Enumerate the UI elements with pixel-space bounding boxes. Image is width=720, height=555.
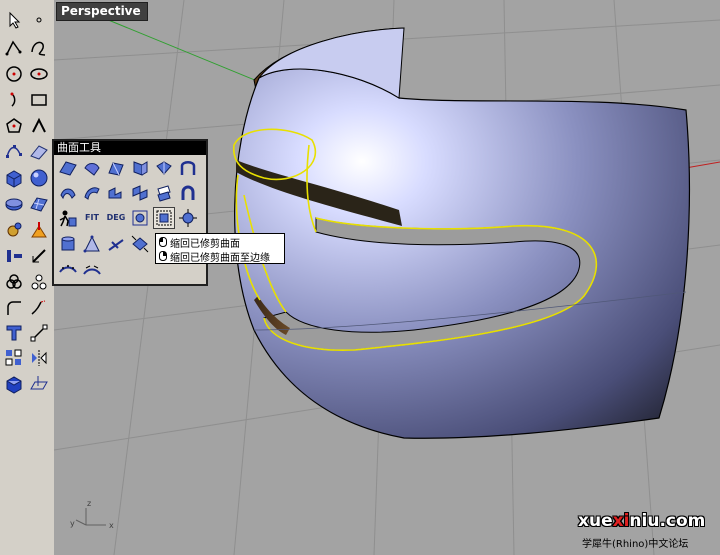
fillet-surface-icon[interactable] — [105, 233, 127, 255]
mirror-icon[interactable] — [28, 347, 50, 369]
render-icon[interactable] — [3, 373, 25, 395]
watermark-logo: xuexiniu.com — [578, 511, 705, 531]
surface-patch-icon[interactable] — [129, 182, 151, 204]
surface-network-icon[interactable] — [105, 182, 127, 204]
ellipse-icon[interactable] — [28, 63, 50, 85]
tooltip: 缩回已修剪曲面 缩回已修剪曲面至边缘 — [155, 233, 285, 264]
tooltip-line1: 缩回已修剪曲面 — [170, 238, 240, 250]
match-surface-icon[interactable] — [129, 207, 151, 229]
offset-surface-icon[interactable] — [129, 233, 151, 255]
polygon-icon[interactable] — [3, 115, 25, 137]
surface-pipe-icon[interactable] — [177, 182, 199, 204]
cylinder-surface-icon[interactable] — [57, 233, 79, 255]
axis-y-label: y — [70, 519, 75, 528]
surface-extrude-icon[interactable] — [129, 157, 151, 179]
shrink-trimmed-surface-icon[interactable] — [153, 207, 175, 229]
mesh-icon[interactable] — [28, 193, 50, 215]
surface-sweep1-icon[interactable] — [57, 182, 79, 204]
arc-icon[interactable] — [3, 89, 25, 111]
surface-planar-icon[interactable] — [105, 157, 127, 179]
rectangle-icon[interactable] — [28, 89, 50, 111]
surface-unroll-icon[interactable] — [153, 182, 175, 204]
surface-from-points-icon[interactable] — [57, 157, 79, 179]
transform-icon[interactable] — [3, 219, 25, 241]
analyze-icon[interactable] — [28, 219, 50, 241]
sphere-icon[interactable] — [28, 167, 50, 189]
surface-blend-icon[interactable] — [57, 207, 79, 229]
surface-tools-icon[interactable] — [28, 141, 50, 163]
axis-widget — [75, 508, 106, 526]
axis-x-label: x — [109, 521, 114, 530]
left-toolbar — [0, 0, 55, 555]
surface-edge-icon[interactable] — [81, 157, 103, 179]
polyline-icon[interactable] — [3, 37, 25, 59]
text-object-icon[interactable] — [28, 115, 50, 137]
select-arrow-icon[interactable] — [3, 9, 25, 31]
tooltip-row-left-click: 缩回已修剪曲面 — [159, 235, 240, 250]
boolean-icon[interactable] — [3, 193, 25, 215]
left-mouse-icon — [159, 237, 167, 247]
surface-tools-title[interactable]: 曲面工具 — [54, 141, 206, 155]
array-icon[interactable] — [3, 347, 25, 369]
fillet-curve-icon[interactable] — [3, 297, 25, 319]
watermark-part-c: niu.com — [629, 511, 706, 531]
bracelet-band-surface[interactable] — [234, 68, 691, 439]
axis-z-label: z — [87, 499, 91, 508]
deg-label: DEG — [106, 213, 126, 222]
fit-label: FIT — [85, 213, 99, 222]
surface-from-curves-icon[interactable] — [81, 259, 103, 281]
extend-surface-icon[interactable] — [177, 207, 199, 229]
curve-network-icon[interactable] — [57, 259, 79, 281]
corner-surface-icon[interactable] — [81, 233, 103, 255]
rebuild-fit-button[interactable]: FIT — [81, 207, 103, 229]
watermark-part-a: xue — [578, 511, 613, 531]
drafting-icon[interactable] — [28, 245, 50, 267]
block-icon[interactable] — [28, 271, 50, 293]
plane-icon[interactable] — [28, 373, 50, 395]
surface-loft-icon[interactable] — [153, 157, 175, 179]
change-degree-button[interactable]: DEG — [105, 207, 127, 229]
circle-icon[interactable] — [3, 63, 25, 85]
box-icon[interactable] — [3, 167, 25, 189]
tooltip-row-right-click: 缩回已修剪曲面至边缘 — [159, 249, 270, 264]
viewport-title[interactable]: Perspective — [56, 2, 148, 21]
surface-revolve-icon[interactable] — [177, 157, 199, 179]
point-icon[interactable] — [28, 9, 50, 31]
text-icon[interactable] — [3, 322, 25, 344]
dimension-icon[interactable] — [3, 245, 25, 267]
group-icon[interactable] — [3, 271, 25, 293]
edit-points-icon[interactable] — [3, 141, 25, 163]
extend-curve-icon[interactable] — [28, 297, 50, 319]
tooltip-line2: 缩回已修剪曲面至边缘 — [170, 252, 270, 264]
watermark-part-b: xi — [612, 511, 630, 531]
surface-sweep2-icon[interactable] — [81, 182, 103, 204]
control-points-icon[interactable] — [28, 322, 50, 344]
watermark-subtitle: 学犀牛(Rhino)中文论坛 — [582, 539, 689, 550]
right-mouse-icon — [159, 251, 167, 261]
curve-icon[interactable] — [28, 37, 50, 59]
